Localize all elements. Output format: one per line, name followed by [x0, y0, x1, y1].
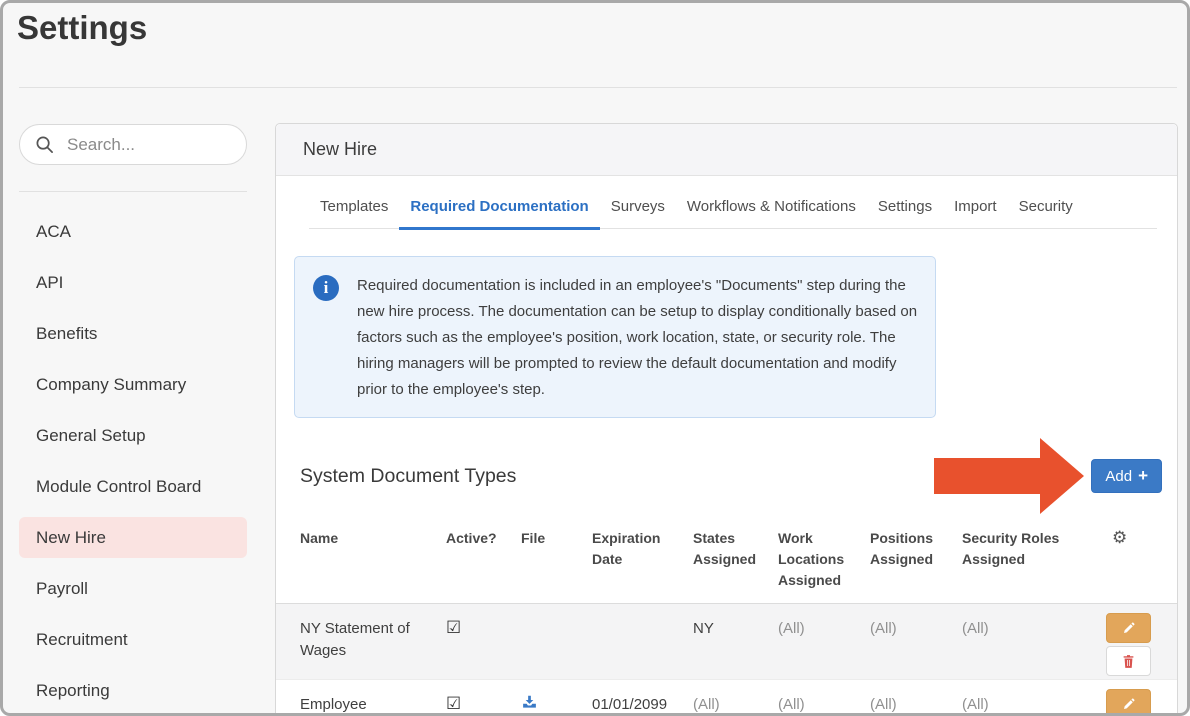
sidebar-item-api[interactable]: API — [19, 262, 247, 303]
cell-name: Employee Handbook — [276, 680, 446, 716]
info-note: i Required documentation is included in … — [294, 256, 936, 418]
sidebar-item-benefits[interactable]: Benefits — [19, 313, 247, 354]
plus-icon: + — [1138, 466, 1148, 486]
column-header-security-roles-assigned: Security Roles Assigned — [962, 516, 1094, 604]
pencil-icon — [1121, 697, 1136, 712]
sidebar-item-reporting[interactable]: Reporting — [19, 670, 247, 711]
search-icon — [35, 135, 54, 154]
cell-positions-assigned: (All) — [870, 680, 962, 716]
gear-icon[interactable]: ⚙ — [1112, 529, 1127, 547]
pencil-icon — [1121, 621, 1136, 636]
column-header-active: Active? — [446, 516, 521, 604]
system-document-types-table: Name Active? File Expiration Date States… — [276, 516, 1177, 716]
sidebar-item-payroll[interactable]: Payroll — [19, 568, 247, 609]
sidebar-item-general-setup[interactable]: General Setup — [19, 415, 247, 456]
sidebar-item-module-control-board[interactable]: Module Control Board — [19, 466, 247, 507]
sidebar-item-new-hire[interactable]: New Hire — [19, 517, 247, 558]
cell-work-locations-assigned: (All) — [778, 604, 870, 680]
search-box — [19, 124, 247, 165]
add-button[interactable]: Add + — [1091, 459, 1162, 493]
add-button-label: Add — [1105, 468, 1132, 485]
cell-states-assigned: NY — [693, 604, 778, 680]
tab-surveys[interactable]: Surveys — [600, 198, 676, 230]
column-header-file: File — [521, 516, 592, 604]
tab-required-documentation[interactable]: Required Documentation — [399, 198, 599, 230]
sidebar-divider — [19, 191, 247, 192]
edit-button[interactable] — [1106, 613, 1151, 643]
search-input[interactable] — [65, 134, 219, 156]
tab-settings[interactable]: Settings — [867, 198, 943, 230]
cell-states-assigned: (All) — [693, 680, 778, 716]
table-header-row: Name Active? File Expiration Date States… — [276, 516, 1177, 604]
cell-expiration-date — [592, 604, 693, 680]
header-divider — [19, 87, 1177, 88]
new-hire-panel: New Hire Templates Required Documentatio… — [275, 123, 1178, 716]
section-title: System Document Types — [300, 465, 934, 488]
sidebar-item-recruitment[interactable]: Recruitment — [19, 619, 247, 660]
column-header-name: Name — [276, 516, 446, 604]
cell-security-roles-assigned: (All) — [962, 604, 1094, 680]
trash-icon — [1121, 654, 1136, 669]
checked-checkbox-icon: ☑ — [446, 694, 461, 713]
table-row: NY Statement of Wages ☑ NY (All) (All) (… — [276, 604, 1177, 680]
cell-file — [521, 680, 592, 716]
sidebar-item-aca[interactable]: ACA — [19, 211, 247, 252]
panel-header: New Hire — [276, 124, 1177, 176]
settings-page: Settings ACA API Benefits Company Summar… — [0, 0, 1190, 716]
attention-arrow — [934, 438, 1084, 514]
tab-templates[interactable]: Templates — [309, 198, 399, 230]
tab-workflows-notifications[interactable]: Workflows & Notifications — [676, 198, 867, 230]
sidebar-item-company-summary[interactable]: Company Summary — [19, 364, 247, 405]
page-title: Settings — [17, 9, 147, 47]
column-header-work-locations-assigned: Work Locations Assigned — [778, 516, 870, 604]
section-header-row: System Document Types Add + — [300, 438, 1162, 514]
delete-button[interactable] — [1106, 646, 1151, 676]
cell-security-roles-assigned: (All) — [962, 680, 1094, 716]
panel-title: New Hire — [303, 139, 377, 160]
download-icon[interactable] — [521, 694, 538, 711]
tab-bar: Templates Required Documentation Surveys… — [309, 198, 1157, 229]
checked-checkbox-icon: ☑ — [446, 618, 461, 637]
tab-security[interactable]: Security — [1008, 198, 1084, 230]
edit-button[interactable] — [1106, 689, 1151, 716]
column-header-positions-assigned: Positions Assigned — [870, 516, 962, 604]
cell-positions-assigned: (All) — [870, 604, 962, 680]
column-header-states-assigned: States Assigned — [693, 516, 778, 604]
cell-name: NY Statement of Wages — [276, 604, 446, 680]
table-row: Employee Handbook ☑ 01/01/2099 (All) (Al… — [276, 680, 1177, 716]
info-note-text: Required documentation is included in an… — [357, 273, 920, 403]
sidebar: ACA API Benefits Company Summary General… — [19, 211, 247, 716]
cell-work-locations-assigned: (All) — [778, 680, 870, 716]
cell-file — [521, 604, 592, 680]
cell-expiration-date: 01/01/2099 — [592, 680, 693, 716]
tab-import[interactable]: Import — [943, 198, 1008, 230]
info-icon: i — [313, 275, 339, 301]
column-header-expiration-date: Expiration Date — [592, 516, 693, 604]
